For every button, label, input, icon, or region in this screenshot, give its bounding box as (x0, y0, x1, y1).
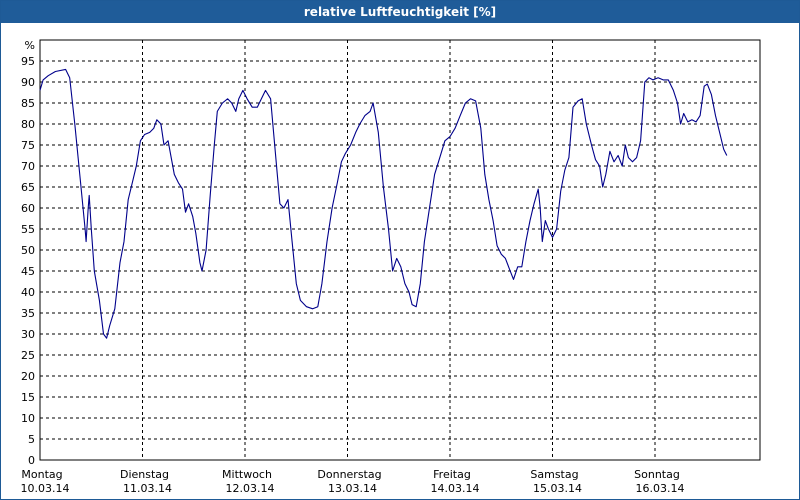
y-tick-label: 35 (21, 307, 35, 320)
humidity-series-line (39, 68, 728, 339)
series (39, 68, 728, 339)
x-tick-weekday: Mittwoch (222, 468, 272, 481)
x-tick-weekday: Samstag (530, 468, 578, 481)
x-tick-date: 10.03.14 (21, 482, 70, 495)
y-tick-label: 85 (21, 97, 35, 110)
y-tick-label: 75 (21, 139, 35, 152)
y-tick-label: 95 (21, 55, 35, 68)
y-tick-label: 25 (21, 349, 35, 362)
y-tick-label: 5 (28, 433, 35, 446)
x-tick-date: 13.03.14 (328, 482, 377, 495)
y-tick-label: 40 (21, 286, 35, 299)
x-tick-weekday: Montag (21, 468, 62, 481)
x-tick-weekday: Sonntag (634, 468, 680, 481)
grid (40, 40, 760, 460)
y-tick-label: 60 (21, 202, 35, 215)
x-tick-date: 12.03.14 (226, 482, 275, 495)
x-tick-weekday: Dienstag (120, 468, 169, 481)
y-axis-unit: % (25, 39, 35, 52)
x-tick-date: 11.03.14 (123, 482, 172, 495)
x-tick-labels: Montag10.03.14 Dienstag11.03.14 Mittwoch12… (21, 468, 685, 495)
x-tick-weekday: Freitag (433, 468, 471, 481)
y-tick-labels: 0 5 10 15 20 25 30 35 40 45 50 55 60 65 70 75 80 85 90 95% (21, 39, 35, 467)
y-tick-label: 45 (21, 265, 35, 278)
y-tick-label: 30 (21, 328, 35, 341)
x-tick-date: 15.03.14 (533, 482, 582, 495)
humidity-chart: 05101520253035404550556065707580859095% … (21, 39, 761, 495)
x-tick-weekday: Donnerstag (317, 468, 381, 481)
y-tick-label: 0 (28, 454, 35, 467)
y-tick-label: 70 (21, 160, 35, 173)
y-tick-label: 20 (21, 370, 35, 383)
y-tick-label: 65 (21, 181, 35, 194)
y-tick-label: 10 (21, 412, 35, 425)
y-tick-label: 55 (21, 223, 35, 236)
y-tick-label: 50 (21, 244, 35, 257)
y-tick-label: 15 (21, 391, 35, 404)
y-tick-label: 80 (21, 118, 35, 131)
x-tick-date: 16.03.14 (636, 482, 685, 495)
y-tick-label: 90 (21, 76, 35, 89)
x-tick-date: 14.03.14 (431, 482, 480, 495)
